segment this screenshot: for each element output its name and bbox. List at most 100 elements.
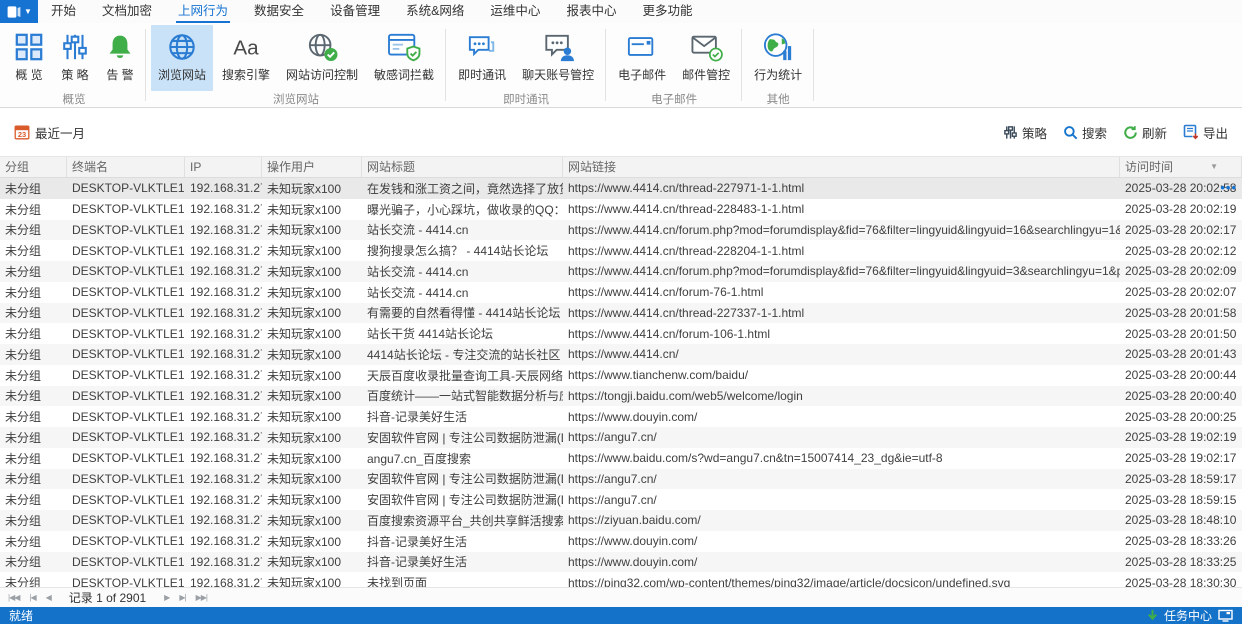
task-center-button[interactable]: 任务中心 (1147, 607, 1233, 624)
toolbar-action-refresh[interactable]: 刷新 (1123, 123, 1167, 142)
table-row[interactable]: 未分组 DESKTOP-VLKTLE1 192.168.31.27 未知玩家x100 抖… (0, 530, 1242, 552)
ribbon-button-instant-messaging[interactable]: 即时通讯 (451, 25, 513, 91)
cell-group: 未分组 (5, 327, 42, 342)
date-range-filter[interactable]: 23 最近一月 (14, 123, 85, 142)
column-header-5[interactable]: 网站标题 (362, 157, 563, 177)
cell-ip: 192.168.31.27 (190, 326, 262, 341)
table-row[interactable]: 未分组 DESKTOP-VLKTLE1 192.168.31.27 未知玩家x100 百… (0, 510, 1242, 531)
ribbon-button-overview-grid[interactable]: 概 览 (7, 25, 51, 91)
table-row[interactable]: 未分组 DESKTOP-VLKTLE1 192.168.31.27 未知玩家x100 百… (0, 385, 1242, 407)
table-row[interactable]: 未分组 DESKTOP-VLKTLE1 192.168.31.27 未知玩家x100 站… (0, 261, 1242, 282)
table-row[interactable]: 未分组 DESKTOP-VLKTLE1 192.168.31.27 未知玩家x100 在… (0, 178, 1242, 199)
download-arrow-icon (1147, 609, 1158, 622)
toolbar-action-search[interactable]: 搜索 (1063, 123, 1107, 142)
ribbon-button-policy-sliders[interactable]: 策 略 (53, 25, 97, 91)
menu-tab-9[interactable]: 更多功能 (629, 0, 705, 23)
row-actions-menu-icon[interactable]: ••• (1220, 178, 1237, 199)
table-row[interactable]: 未分组 DESKTOP-VLKTLE1 192.168.31.27 未知玩家x100 天… (0, 364, 1242, 386)
cell-group: 未分组 (5, 223, 42, 238)
column-header-6[interactable]: 网站链接 (563, 157, 1120, 177)
table-row[interactable]: 未分组 DESKTOP-VLKTLE1 192.168.31.27 未知玩家x100 抖… (0, 406, 1242, 427)
toolbar-action-policy-sliders[interactable]: 策略 (1003, 123, 1047, 142)
menu-tab-6[interactable]: 系统&网络 (393, 0, 477, 23)
cell-group: 未分组 (5, 513, 42, 528)
table-row[interactable]: 未分组 DESKTOP-VLKTLE1 192.168.31.27 未知玩家x100 未… (0, 572, 1242, 587)
ribbon-group-name: 概览 (62, 94, 86, 106)
cell-time: 2025-03-28 20:00:44 (1125, 368, 1237, 383)
menu-tab-7[interactable]: 运维中心 (477, 0, 553, 23)
app-menu-button[interactable]: ▼ (0, 0, 38, 23)
table-row[interactable]: 未分组 DESKTOP-VLKTLE1 192.168.31.27 未知玩家x100 曝… (0, 198, 1242, 220)
cell-title: 安固软件官网 | 专注公司数据防泄漏(DLP)，... (367, 472, 563, 487)
table-row[interactable]: 未分组 DESKTOP-VLKTLE1 192.168.31.27 未知玩家x100 有… (0, 302, 1242, 324)
cell-terminal: DESKTOP-VLKTLE1 (72, 202, 185, 217)
cell-ip: 192.168.31.27 (190, 575, 262, 587)
menu-tab-3[interactable]: 上网行为 (165, 0, 241, 23)
menu-tab-2[interactable]: 文档加密 (89, 0, 165, 23)
ribbon-button-behavior-stats[interactable]: 行为统计 (747, 25, 809, 91)
table-row[interactable]: 未分组 DESKTOP-VLKTLE1 192.168.31.27 未知玩家x100 站… (0, 281, 1242, 303)
table-row[interactable]: 未分组 DESKTOP-VLKTLE1 192.168.31.27 未知玩家x100 安… (0, 427, 1242, 448)
cell-url: https://ziyuan.baidu.com/ (568, 513, 701, 528)
menu-tab-4[interactable]: 数据安全 (241, 0, 317, 23)
table-row[interactable]: 未分组 DESKTOP-VLKTLE1 192.168.31.27 未知玩家x100 安… (0, 489, 1242, 510)
cell-title: 百度统计——一站式智能数据分析与应用平台 (367, 389, 563, 404)
cell-url: https://ping32.com/wp-content/themes/pin… (568, 575, 1011, 587)
column-header-7[interactable]: 访问时间 ▼ (1120, 157, 1242, 177)
table-row[interactable]: 未分组 DESKTOP-VLKTLE1 192.168.31.27 未知玩家x100 a… (0, 447, 1242, 469)
ribbon-button-search-engine[interactable]: Aa 搜索引擎 (215, 25, 277, 91)
cell-title: 站长交流 - 4414.cn (367, 264, 469, 279)
ribbon-button-mail-control[interactable]: 邮件管控 (675, 25, 737, 91)
table-row[interactable]: 未分组 DESKTOP-VLKTLE1 192.168.31.27 未知玩家x100 抖… (0, 551, 1242, 573)
table-row[interactable]: 未分组 DESKTOP-VLKTLE1 192.168.31.27 未知玩家x100 4… (0, 344, 1242, 365)
column-header-2[interactable]: 终端名 (67, 157, 185, 177)
fast-next-icon[interactable]: ▶| (176, 593, 188, 602)
prev-page-icon[interactable]: ◀ (43, 593, 54, 602)
cell-time: 2025-03-28 20:02:17 (1125, 222, 1237, 237)
cell-group: 未分组 (5, 285, 42, 300)
ribbon-button-website-access-control[interactable]: 网站访问控制 (279, 25, 365, 91)
ribbon-button-label: 邮件管控 (682, 68, 731, 82)
search-icon (1063, 125, 1078, 140)
cell-ip: 192.168.31.27 (190, 471, 262, 486)
cell-group: 未分组 (5, 410, 42, 425)
last-page-icon[interactable]: ▶▶| (193, 593, 210, 602)
column-header-1[interactable]: 分组 (0, 157, 67, 177)
column-header-3[interactable]: IP (185, 157, 262, 177)
cell-terminal: DESKTOP-VLKTLE1 (72, 285, 185, 300)
browse-website-globe-icon (167, 32, 197, 62)
ribbon-button-sensitive-word-block[interactable]: 敏感词拦截 (367, 25, 441, 91)
cell-ip: 192.168.31.27 (190, 409, 262, 424)
table-row[interactable]: 未分组 DESKTOP-VLKTLE1 192.168.31.27 未知玩家x100 站… (0, 323, 1242, 344)
ribbon-button-chat-account-control[interactable]: 聊天账号管控 (515, 25, 601, 91)
cell-ip: 192.168.31.27 (190, 305, 262, 320)
next-page-icon[interactable]: ▶ (161, 593, 172, 602)
cell-ip: 192.168.31.27 (190, 347, 262, 362)
ribbon-button-browse-website-globe[interactable]: 浏览网站 (151, 25, 214, 91)
cell-url: https://angu7.cn/ (568, 430, 657, 445)
cell-url: https://angu7.cn/ (568, 471, 657, 486)
cell-title: 搜狗搜录怎么搞？ - 4414站长论坛 (367, 244, 549, 259)
app-logo-icon (6, 5, 22, 19)
column-header-4[interactable]: 操作用户 (262, 157, 362, 177)
toolbar-action-export[interactable]: 导出 (1183, 123, 1228, 142)
table-row[interactable]: 未分组 DESKTOP-VLKTLE1 192.168.31.27 未知玩家x100 安… (0, 468, 1242, 490)
menu-tab-5[interactable]: 设备管理 (317, 0, 393, 23)
cell-ip: 192.168.31.27 (190, 492, 262, 507)
ribbon-group-buttons: 电子邮件 邮件管控 (611, 23, 737, 91)
first-page-icon[interactable]: |◀◀ (5, 593, 22, 602)
column-header-label: 访问时间 (1125, 160, 1174, 174)
menu-tab-1[interactable]: 开始 (38, 0, 89, 23)
ribbon-group-buttons: 即时通讯 聊天账号管控 (451, 23, 601, 91)
menu-tab-8[interactable]: 报表中心 (553, 0, 629, 23)
cell-time: 2025-03-28 20:01:43 (1125, 347, 1237, 362)
record-count-label: 记录 1 of 2901 (68, 591, 147, 605)
ribbon-button-email[interactable]: 电子邮件 (611, 25, 673, 91)
cell-ip: 192.168.31.27 (190, 513, 262, 528)
table-row[interactable]: 未分组 DESKTOP-VLKTLE1 192.168.31.27 未知玩家x100 搜… (0, 240, 1242, 261)
ribbon-button-label: 行为统计 (754, 68, 803, 82)
ribbon-button-alarm-bell[interactable]: 告 警 (99, 25, 141, 91)
sort-dropdown-icon[interactable]: ▼ (1210, 157, 1218, 177)
fast-prev-icon[interactable]: |◀ (26, 593, 38, 602)
table-row[interactable]: 未分组 DESKTOP-VLKTLE1 192.168.31.27 未知玩家x100 站… (0, 219, 1242, 241)
